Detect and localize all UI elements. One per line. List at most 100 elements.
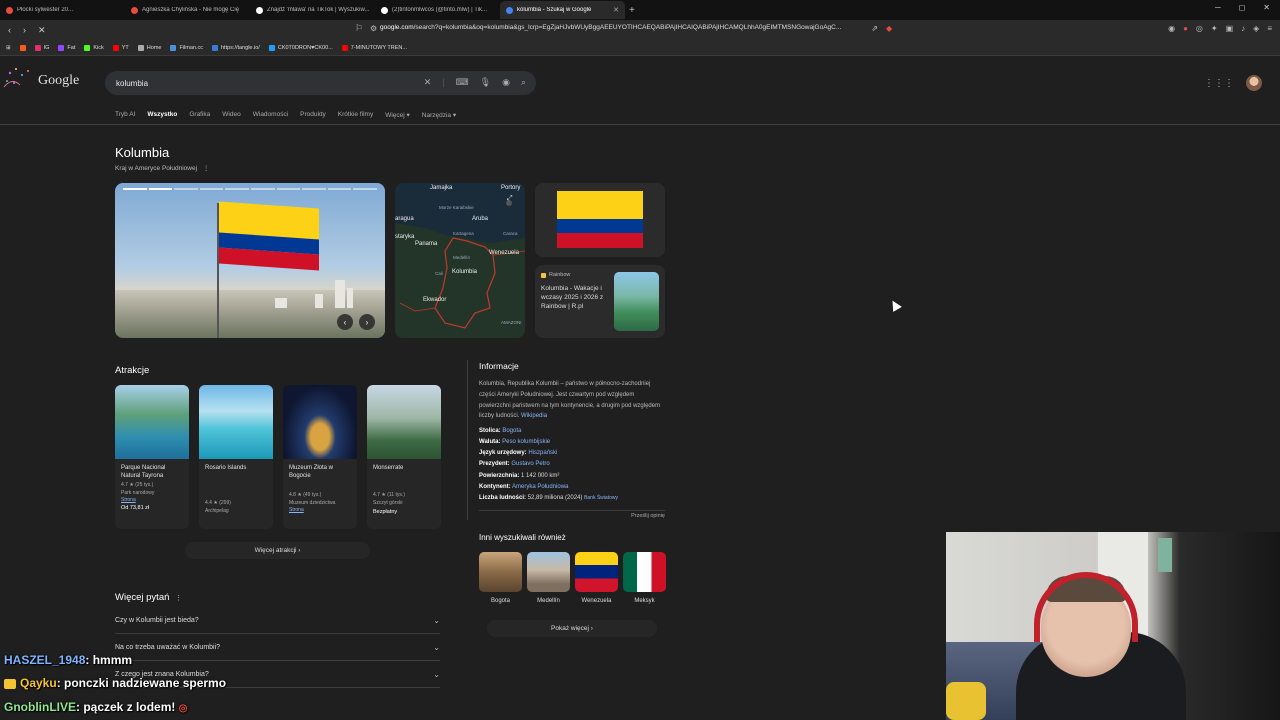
- info-row: Kontynent: Ameryka Południowa: [479, 483, 569, 490]
- new-tab-button[interactable]: +: [629, 5, 635, 16]
- puzzle-icon[interactable]: ✦: [1211, 24, 1218, 33]
- info-row: Waluta: Peso kolumbijskie: [479, 439, 551, 446]
- close-tab-icon[interactable]: ✕: [613, 6, 619, 14]
- feedback-link[interactable]: Prześlij opinię: [479, 509, 665, 519]
- search-input[interactable]: kolumbia ✕ | ⌨ 🎙 ◉ ⌕: [105, 71, 536, 95]
- related-entity[interactable]: Medellín: [527, 552, 570, 604]
- youtube-icon: [131, 6, 138, 14]
- bookmark-item[interactable]: 7-MINUTOWY TREN...: [341, 44, 407, 51]
- bookmark-item[interactable]: YT: [112, 44, 129, 51]
- tab-products[interactable]: Produkty: [300, 111, 326, 119]
- browser-tab-active[interactable]: kolumbia - Szukaj w Google ✕: [500, 1, 625, 19]
- minimize-icon[interactable]: ─: [1215, 3, 1221, 12]
- bookmark-item[interactable]: IG: [34, 44, 49, 51]
- close-window-icon[interactable]: ✕: [1263, 3, 1270, 12]
- related-entity[interactable]: Wenezuela: [575, 552, 618, 604]
- show-more-button[interactable]: Pokaż więcej ›: [487, 620, 657, 637]
- extension-icon[interactable]: ◎: [1196, 24, 1203, 33]
- youtube-icon: [6, 6, 13, 14]
- doodle-fireworks-icon[interactable]: [2, 63, 36, 91]
- browser-tab[interactable]: Agnieszka Chylińska - Nie mogę Cię: [125, 1, 250, 19]
- more-options-icon[interactable]: ⋮: [203, 165, 210, 172]
- wallet-icon[interactable]: ◈: [1253, 24, 1259, 33]
- sidebar-icon[interactable]: ▣: [1226, 24, 1234, 33]
- related-entity[interactable]: Meksyk: [623, 552, 666, 604]
- related-entity[interactable]: Bogota: [479, 552, 522, 604]
- result-title[interactable]: Kolumbia - Wakacje i wczasy 2025 i 2026 …: [541, 285, 611, 311]
- browser-tab[interactable]: (2)tintonmlwcos (@tinto.mlw) | Tik...: [375, 1, 500, 19]
- search-tabs: Tryb AI Wszystko Grafika Wideo Wiadomośc…: [115, 111, 456, 119]
- forward-icon[interactable]: ›: [23, 25, 26, 36]
- flag-card[interactable]: [535, 183, 665, 257]
- more-options-icon[interactable]: ⋮: [175, 595, 182, 602]
- extension-icon[interactable]: ◉: [1168, 24, 1175, 33]
- tiktok-icon: [256, 6, 263, 14]
- google-logo[interactable]: Google: [38, 73, 79, 89]
- prev-image-button[interactable]: ‹: [337, 314, 353, 330]
- mic-icon[interactable]: 🎙: [480, 77, 491, 88]
- attraction-card[interactable]: Monserrate 4.7 ★ (11 tys.) Szczyt górski…: [367, 385, 441, 529]
- bookmark-item[interactable]: CK0T0DRON♥CK00...: [268, 44, 333, 51]
- attraction-card[interactable]: Parque Nacional Natural Tayrona 4.7 ★ (2…: [115, 385, 189, 529]
- music-icon[interactable]: ♪: [1241, 24, 1245, 33]
- maximize-icon[interactable]: ◻: [1239, 3, 1246, 12]
- back-icon[interactable]: ‹: [8, 25, 11, 36]
- subscriber-badge-icon: [4, 678, 16, 689]
- apps-grid-icon[interactable]: ⊞: [6, 45, 11, 51]
- bookmark-item[interactable]: Home: [137, 44, 161, 51]
- tab-news[interactable]: Wiadomości: [253, 111, 288, 119]
- attraction-card[interactable]: Muzeum Złota w Bogocie 4.8 ★ (49 tys.) M…: [283, 385, 357, 529]
- tab-short-videos[interactable]: Krótkie filmy: [338, 111, 373, 119]
- google-apps-icon[interactable]: ⋮⋮⋮: [1204, 78, 1234, 89]
- info-row: Powierzchnia: 1 142 000 km²: [479, 472, 560, 479]
- keyboard-icon[interactable]: ⌨: [456, 77, 469, 88]
- tab-more[interactable]: Więcej ▾: [385, 111, 410, 119]
- search-icon[interactable]: ⌕: [521, 77, 526, 88]
- wikipedia-link[interactable]: Wikipedia: [521, 413, 547, 419]
- next-image-button[interactable]: ›: [359, 314, 375, 330]
- more-attractions-button[interactable]: Więcej atrakcji ›: [185, 542, 370, 559]
- map-thumbnail[interactable]: Jamajka Portory Aruba Kartagena Caraca P…: [395, 183, 525, 338]
- others-searched-title: Inni wyszukiwali również: [479, 533, 566, 542]
- entity-subtitle: Kraj w Ameryce Południowej ⋮: [115, 165, 210, 172]
- browser-tab[interactable]: Znajdź 'mlawa' na TikTok | Wyszukiw...: [250, 1, 375, 19]
- mouse-cursor: [888, 298, 902, 312]
- lens-icon[interactable]: ◉: [502, 77, 510, 88]
- brave-shield-icon[interactable]: ◆: [886, 24, 892, 33]
- stop-icon[interactable]: ✕: [38, 25, 46, 36]
- rainbow-logo-icon: [541, 272, 546, 278]
- bookmark-item[interactable]: https://tangle.io/: [212, 44, 260, 51]
- url-field[interactable]: google.com/search?q=kolumbia&oq=kolumbia…: [380, 24, 841, 31]
- bookmark-icon[interactable]: ⚐: [355, 23, 363, 34]
- rainbow-result-card[interactable]: Rainbow Kolumbia - Wakacje i wczasy 2025…: [535, 265, 665, 338]
- tab-videos[interactable]: Wideo: [222, 111, 240, 119]
- bookmark-item[interactable]: Kick: [84, 44, 104, 51]
- share-icon[interactable]: ⇗: [871, 24, 878, 33]
- page-title: Kolumbia: [115, 145, 170, 160]
- info-row: Język urzędowy: Hiszpański: [479, 450, 558, 457]
- clear-icon[interactable]: ✕: [424, 77, 432, 88]
- tab-ai-mode[interactable]: Tryb AI: [115, 111, 135, 119]
- browser-tab[interactable]: Płocki sylwester 20...: [0, 1, 125, 19]
- menu-icon[interactable]: ≡: [1267, 24, 1272, 33]
- avatar[interactable]: [1246, 75, 1262, 91]
- colombia-flag-image: [219, 201, 319, 271]
- faq-question[interactable]: Na co trzeba uważać w Kolumbii? ⌄: [115, 635, 440, 661]
- bookmark-item[interactable]: Filman.cc: [170, 44, 203, 51]
- attraction-card[interactable]: Rosario Islands 4.4 ★ (299) Archipelag: [199, 385, 273, 529]
- tab-strip: Płocki sylwester 20... Agnieszka Chylińs…: [0, 0, 1280, 20]
- bookmark-item[interactable]: [19, 44, 26, 51]
- bookmark-item[interactable]: Fat: [58, 44, 75, 51]
- info-description: Kolumbia, Republika Kolumbii – państwo w…: [479, 381, 661, 420]
- extension-red-icon[interactable]: ●: [1183, 24, 1188, 33]
- info-row: Stolica: Bogota: [479, 428, 522, 435]
- chat-message: GnoblinLIVE: pączek z lodem! ◎: [4, 700, 188, 714]
- expand-map-icon[interactable]: ⤢: [507, 195, 513, 203]
- main-image[interactable]: ‹ ›: [115, 183, 385, 338]
- tab-images[interactable]: Grafika: [189, 111, 210, 119]
- site-info-icon[interactable]: ⚙: [370, 24, 377, 33]
- tab-all[interactable]: Wszystko: [147, 111, 177, 119]
- tab-tools[interactable]: Narzędzia ▾: [422, 111, 456, 119]
- image-progress: [123, 188, 377, 190]
- faq-question[interactable]: Czy w Kolumbii jest bieda? ⌄: [115, 608, 440, 634]
